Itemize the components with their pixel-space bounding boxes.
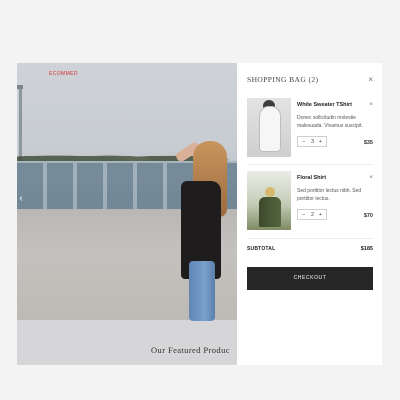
product-thumbnail[interactable] — [247, 171, 291, 230]
lamp-head — [17, 85, 23, 89]
close-icon[interactable]: × — [369, 101, 373, 108]
brand-logo[interactable]: ECOMMED — [49, 71, 78, 77]
close-icon[interactable]: × — [368, 75, 373, 84]
thumbnail-shirt — [259, 197, 281, 227]
close-icon[interactable]: × — [369, 174, 373, 181]
shopping-bag-panel: Shopping Bag (2) × White Sweater TShirt … — [237, 63, 382, 365]
plus-icon[interactable]: + — [319, 138, 322, 146]
product-thumbnail[interactable] — [247, 98, 291, 157]
item-price: $70 — [363, 213, 373, 219]
item-name[interactable]: White Sweater TShirt — [297, 102, 352, 108]
item-name[interactable]: Floral Shirt — [297, 175, 326, 181]
bag-header: Shopping Bag (2) × — [247, 75, 373, 87]
minus-icon[interactable]: − — [302, 138, 305, 146]
divider — [247, 238, 373, 239]
item-description: Donec sollicitudin molestie malesuada. V… — [297, 115, 363, 129]
model-figure — [167, 137, 247, 327]
subtotal-value: $185 — [360, 246, 373, 252]
item-description: Sed porttitor lectus nibh. Sed porttitor… — [297, 188, 362, 202]
shop-frame: ECOMMED ‹ Our Featured Produc Shopping B… — [17, 63, 382, 365]
item-price: $35 — [363, 140, 373, 146]
bag-item: Floral Shirt × Sed porttitor lectus nibh… — [247, 171, 373, 233]
bag-title: Shopping Bag (2) — [247, 75, 319, 84]
checkout-button[interactable]: Checkout — [247, 267, 373, 290]
minus-icon[interactable]: − — [302, 211, 305, 219]
quantity-value: 2 — [311, 212, 315, 218]
bag-item: White Sweater TShirt × Donec sollicitudi… — [247, 98, 373, 160]
model-jeans — [189, 261, 215, 321]
quantity-value: 3 — [311, 139, 315, 145]
subtotal-label: Subtotal — [247, 246, 276, 252]
quantity-stepper: − 3 + — [297, 136, 327, 147]
featured-products-heading: Our Featured Produc — [151, 345, 230, 355]
chevron-left-icon[interactable]: ‹ — [18, 193, 24, 205]
divider — [247, 164, 373, 165]
plus-icon[interactable]: + — [319, 211, 322, 219]
thumbnail-head — [265, 187, 275, 197]
thumbnail-sweater — [259, 106, 281, 152]
quantity-stepper: − 2 + — [297, 209, 327, 220]
